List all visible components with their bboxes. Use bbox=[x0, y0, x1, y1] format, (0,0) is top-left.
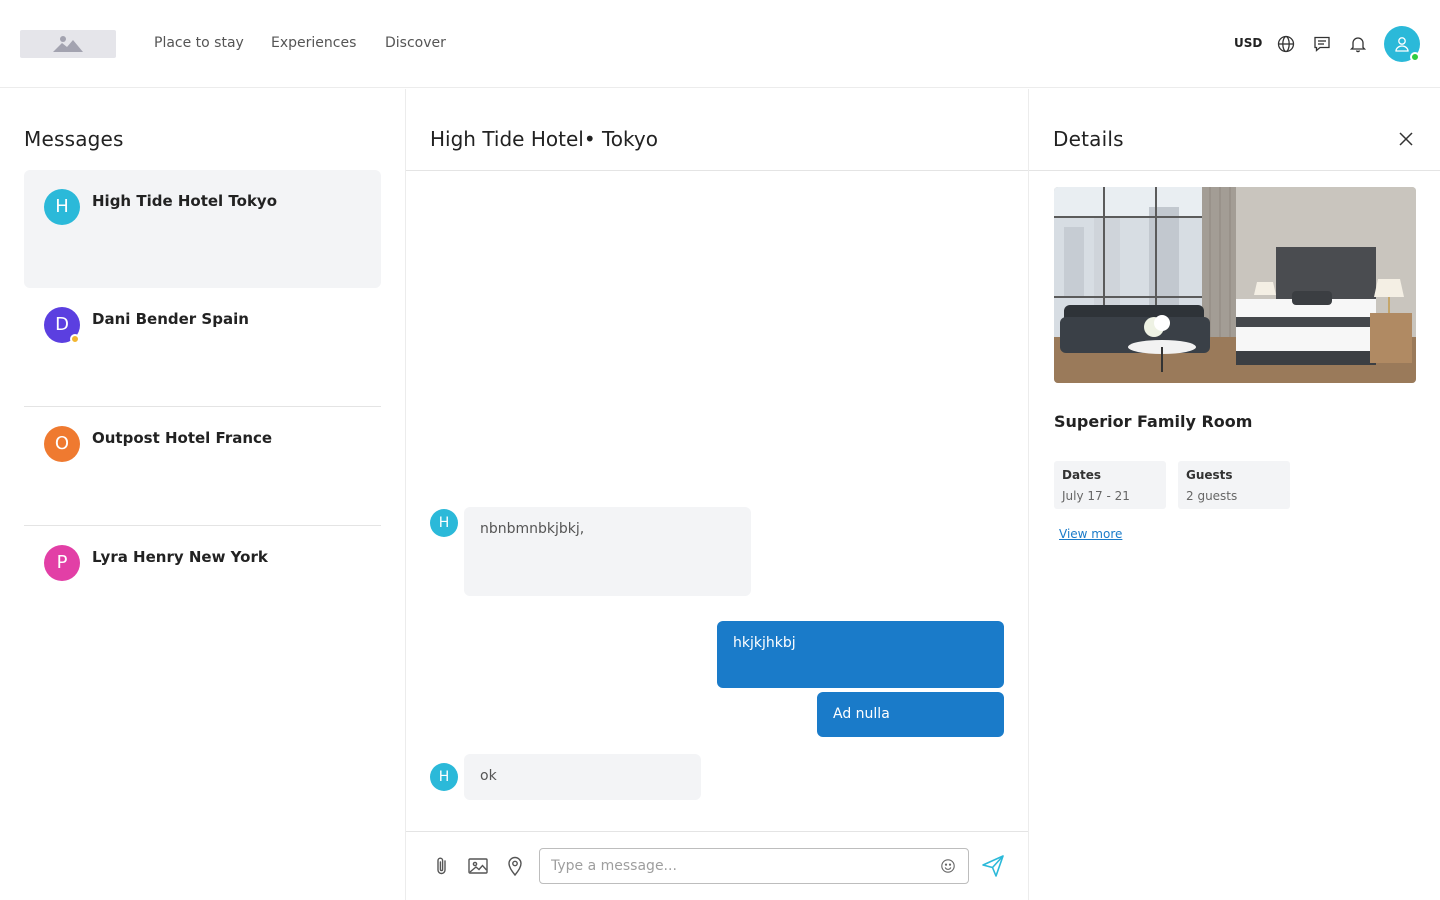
chat-title: High Tide Hotel• Tokyo bbox=[430, 127, 658, 151]
room-photo bbox=[1054, 187, 1416, 383]
view-more-link[interactable]: View more bbox=[1059, 527, 1122, 541]
nav-experiences[interactable]: Experiences bbox=[271, 35, 356, 51]
nav-discover[interactable]: Discover bbox=[385, 35, 446, 51]
conversation-item[interactable]: D Dani Bender Spain bbox=[24, 288, 381, 406]
emoji-icon[interactable] bbox=[940, 858, 956, 874]
send-icon[interactable] bbox=[980, 853, 1006, 879]
logo-mountain-icon bbox=[53, 36, 83, 52]
nav-place-to-stay[interactable]: Place to stay bbox=[154, 35, 244, 51]
message-bubble-incoming: nbnbmnbkjbkj, bbox=[464, 507, 751, 596]
conversation-name: Outpost Hotel France bbox=[92, 429, 273, 447]
messages-title: Messages bbox=[24, 127, 124, 151]
message-input-box bbox=[539, 848, 969, 884]
avatar: O bbox=[44, 426, 80, 462]
conversation-item[interactable]: O Outpost Hotel France bbox=[24, 407, 381, 525]
conversation-item[interactable]: H High Tide Hotel Tokyo bbox=[24, 170, 381, 288]
away-status-dot bbox=[70, 334, 80, 344]
location-pin-icon[interactable] bbox=[504, 855, 526, 877]
dates-value: July 17 - 21 bbox=[1062, 489, 1130, 503]
paperclip-icon[interactable] bbox=[431, 855, 453, 877]
dates-box: Dates July 17 - 21 bbox=[1054, 461, 1166, 509]
chat-icon[interactable] bbox=[1312, 34, 1332, 54]
guests-box: Guests 2 guests bbox=[1178, 461, 1290, 509]
message-bubble-outgoing: Ad nulla bbox=[817, 692, 1004, 737]
details-panel: Details Superior Family Room Dates July … bbox=[1029, 89, 1440, 900]
logo[interactable] bbox=[20, 30, 116, 58]
conversation-name: High Tide Hotel Tokyo bbox=[92, 192, 278, 210]
online-status-dot bbox=[1410, 52, 1420, 62]
image-icon[interactable] bbox=[467, 855, 489, 877]
globe-icon[interactable] bbox=[1276, 34, 1296, 54]
conversation-item[interactable]: P Lyra Henry New York bbox=[24, 526, 381, 644]
avatar: H bbox=[430, 509, 458, 537]
messages-panel: Messages H High Tide Hotel Tokyo D Dani … bbox=[0, 89, 405, 900]
avatar: P bbox=[44, 545, 80, 581]
conversation-name: Lyra Henry New York bbox=[92, 548, 268, 566]
currency-selector[interactable]: USD bbox=[1234, 36, 1262, 50]
guests-value: 2 guests bbox=[1186, 489, 1238, 503]
guests-label: Guests bbox=[1186, 468, 1233, 482]
dates-label: Dates bbox=[1062, 468, 1102, 482]
message-bubble-outgoing: hkjkjhkbj bbox=[717, 621, 1004, 688]
room-name: Superior Family Room bbox=[1054, 412, 1253, 431]
chat-panel: High Tide Hotel• Tokyo H nbnbmnbkjbkj, h… bbox=[405, 89, 1029, 900]
top-navbar: Place to stay Experiences Discover USD bbox=[0, 0, 1440, 88]
user-icon bbox=[1395, 37, 1409, 52]
message-input[interactable] bbox=[540, 849, 930, 883]
message-bubble-incoming: ok bbox=[464, 754, 701, 800]
divider bbox=[1029, 170, 1440, 171]
bell-icon[interactable] bbox=[1348, 34, 1368, 54]
divider bbox=[406, 831, 1028, 832]
conversation-name: Dani Bender Spain bbox=[92, 310, 249, 328]
divider bbox=[406, 170, 1028, 171]
avatar: H bbox=[44, 189, 80, 225]
close-icon[interactable] bbox=[1398, 131, 1414, 147]
avatar: H bbox=[430, 763, 458, 791]
details-title: Details bbox=[1053, 127, 1124, 151]
